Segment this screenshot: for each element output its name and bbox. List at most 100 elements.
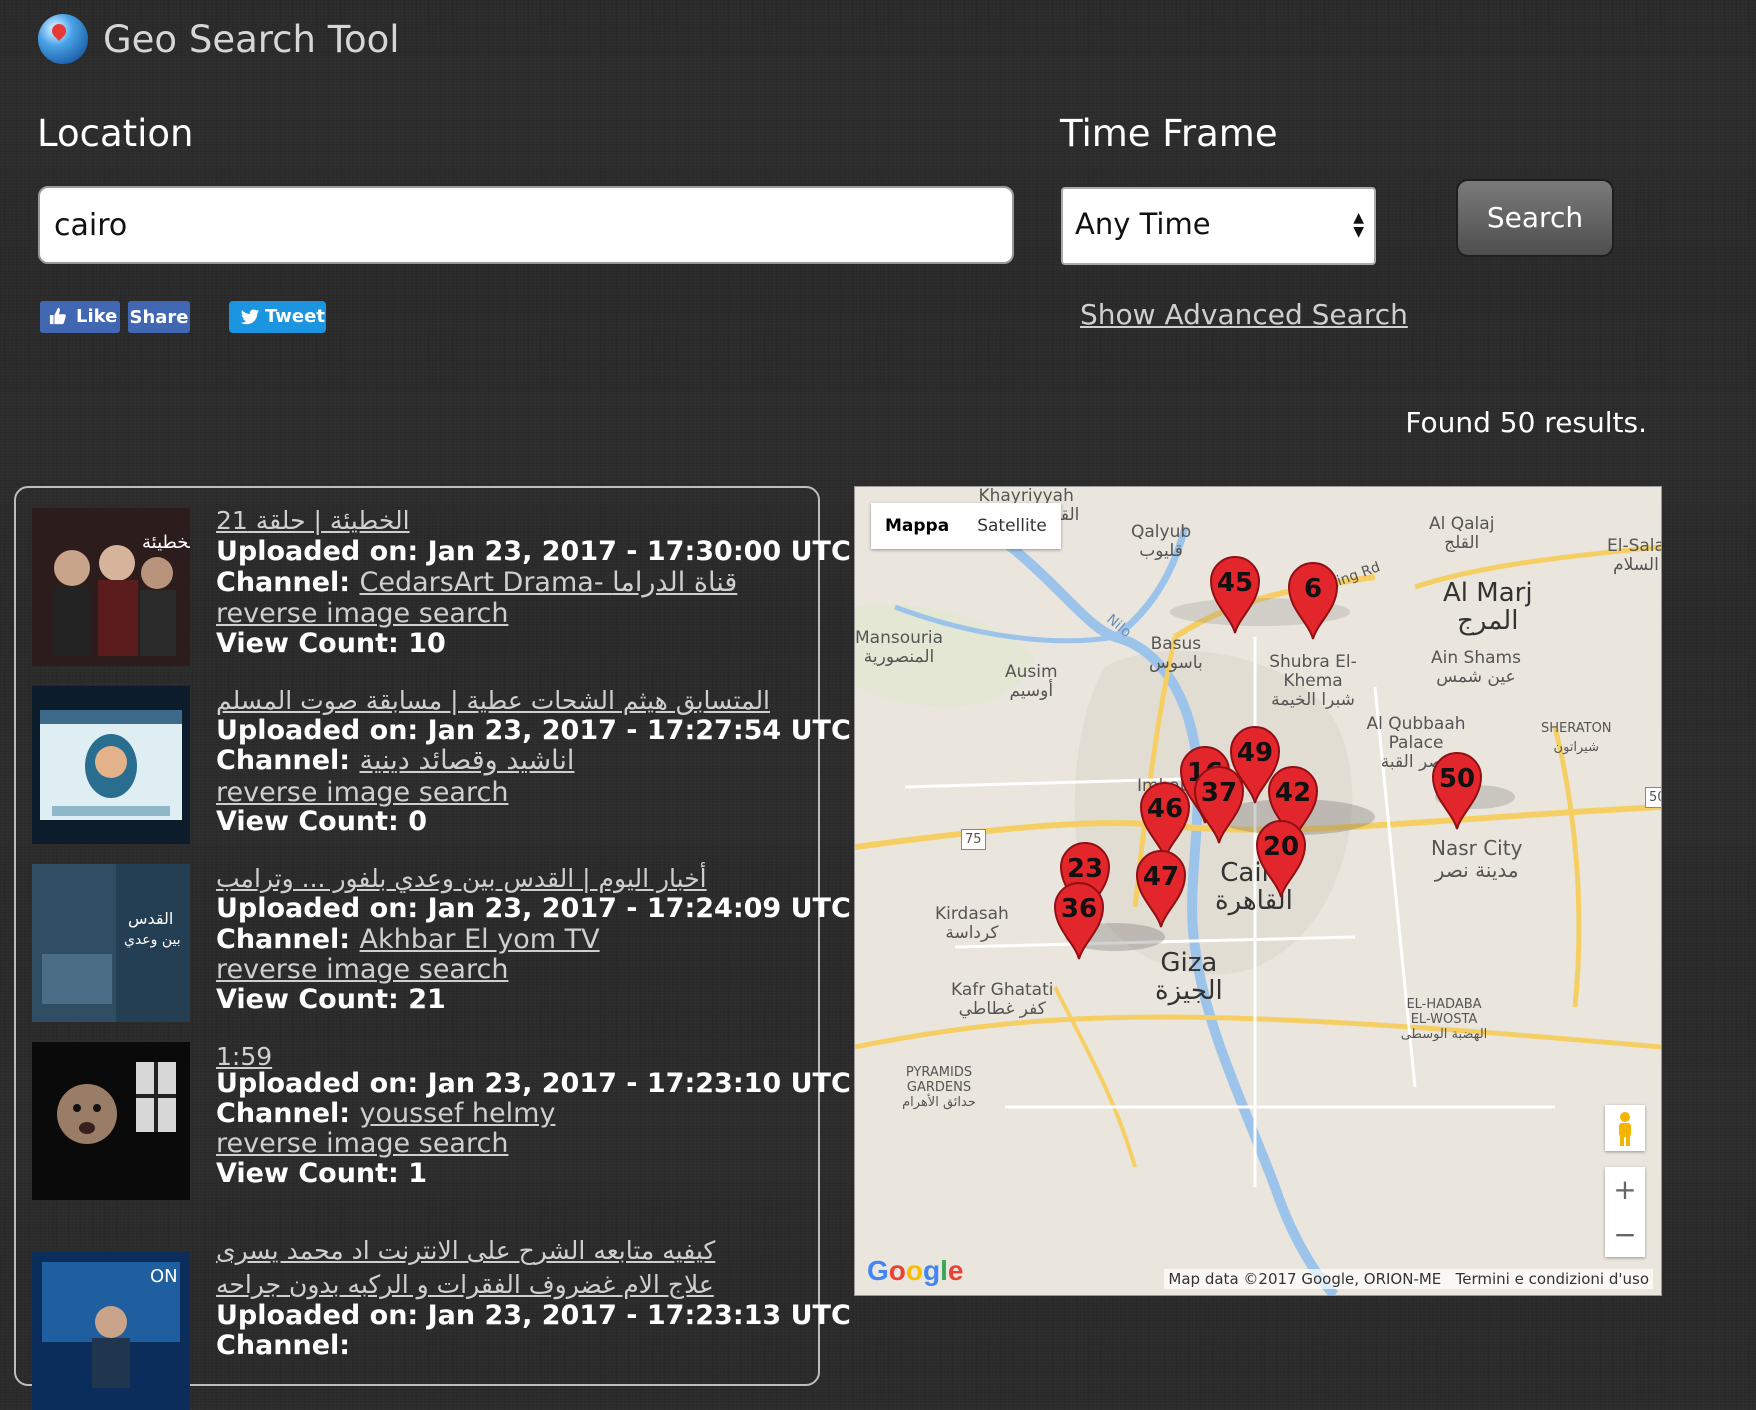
- svg-text:بين وعدي: بين وعدي: [124, 932, 181, 948]
- map-place-basus: Basus باسوس: [1149, 634, 1203, 673]
- timeframe-select[interactable]: Any Time ▲ ▼: [1061, 187, 1376, 265]
- map-marker-45[interactable]: 45: [1207, 553, 1263, 635]
- channel-link[interactable]: CedarsArt Drama- قناة الدراما: [359, 567, 737, 598]
- map-place-shubra: Shubra El-Khema شبرا الخيمة: [1269, 652, 1357, 710]
- map-marker-50[interactable]: 50: [1429, 749, 1485, 831]
- map-marker-20[interactable]: 20: [1253, 817, 1309, 899]
- result-view-count: View Count: 1: [216, 1158, 428, 1189]
- svg-text:47: 47: [1143, 862, 1179, 892]
- reverse-image-search-link[interactable]: reverse image search: [216, 954, 508, 985]
- svg-text:6: 6: [1304, 574, 1322, 604]
- map-marker-36[interactable]: 36: [1051, 879, 1107, 961]
- result-channel: Channel:: [216, 1330, 351, 1361]
- result-uploaded: Uploaded on: Jan 23, 2017 - 17:30:00 UTC: [216, 536, 851, 567]
- result-view-count: View Count: 10: [216, 628, 446, 659]
- twitter-bird-icon: [240, 309, 260, 325]
- search-button[interactable]: Search: [1456, 179, 1614, 257]
- map-place-kafr: Kafr Ghatati كفر غطاطي: [951, 980, 1054, 1019]
- result-channel: Channel: Akhbar El yom TV: [216, 924, 600, 955]
- timeframe-value: Any Time: [1075, 207, 1211, 241]
- svg-text:36: 36: [1061, 894, 1097, 924]
- results-panel[interactable]: الخطيئة الخطيئة | حلقة 21 Uploaded on: J…: [14, 486, 851, 1410]
- result-uploaded: Uploaded on: Jan 23, 2017 - 17:27:54 UTC: [216, 715, 851, 746]
- result-thumbnail[interactable]: [32, 686, 190, 844]
- zoom-out-button[interactable]: −: [1605, 1212, 1645, 1257]
- zoom-in-button[interactable]: +: [1605, 1167, 1645, 1212]
- location-input[interactable]: [38, 186, 1014, 264]
- app-logo-icon: [38, 14, 88, 64]
- svg-text:20: 20: [1263, 832, 1299, 862]
- result-uploaded: Uploaded on: Jan 23, 2017 - 17:23:13 UTC: [216, 1300, 851, 1331]
- tweet-label: Tweet: [265, 306, 325, 327]
- results-count: Found 50 results.: [1405, 406, 1647, 439]
- terms-link[interactable]: Termini e condizioni d'uso: [1456, 1270, 1649, 1288]
- reverse-image-search-link[interactable]: reverse image search: [216, 1128, 508, 1159]
- result-title-link[interactable]: 1:59: [216, 1042, 272, 1071]
- reverse-image-search-link[interactable]: reverse image search: [216, 598, 508, 629]
- svg-text:45: 45: [1217, 568, 1253, 598]
- facebook-like-button[interactable]: Like: [40, 301, 120, 333]
- svg-text:القدس: القدس: [128, 909, 173, 928]
- result-title-link-secondary[interactable]: علاج الام غضروف الفقرات و الركبه بدون جر…: [216, 1270, 714, 1299]
- result-uploaded: Uploaded on: Jan 23, 2017 - 17:23:10 UTC: [216, 1068, 851, 1099]
- result-channel: Channel: youssef helmy: [216, 1098, 556, 1129]
- map-marker-6[interactable]: 6: [1285, 559, 1341, 641]
- result-thumbnail[interactable]: القدس بين وعدي: [32, 864, 190, 1022]
- zoom-controls: + −: [1605, 1167, 1645, 1257]
- map-road-50: 50: [1645, 787, 1661, 808]
- map-place-almarj: Al Marj المرج: [1443, 578, 1533, 636]
- result-title-link[interactable]: كيفيه متابعه الشرح على الانترنت اد محمد …: [216, 1236, 715, 1265]
- channel-link[interactable]: اناشيد وقصائد دينية: [359, 745, 574, 776]
- result-view-count: View Count: 21: [216, 984, 446, 1015]
- map-place-kirdasah: Kirdasah كرداسة: [935, 904, 1009, 943]
- map-road-75: 75: [961, 829, 986, 850]
- tab-satellite[interactable]: Satellite: [963, 503, 1061, 549]
- map-place-alqalaj: Al Qalaj القلج: [1429, 514, 1495, 553]
- svg-text:42: 42: [1275, 778, 1311, 808]
- result-thumbnail[interactable]: ON: [32, 1252, 190, 1410]
- map-place-sheraton: SHERATON شيراتون: [1541, 721, 1612, 755]
- map-place-nasr: Nasr City مدينة نصر: [1431, 836, 1523, 882]
- location-label: Location: [37, 112, 194, 155]
- map-place-elsalam: El-Sala السلام: [1607, 536, 1662, 575]
- facebook-share-button[interactable]: Share: [128, 301, 190, 333]
- tab-map[interactable]: Mappa: [871, 503, 963, 549]
- map-place-ainshams: Ain Shams عين شمس: [1431, 648, 1521, 687]
- map-attribution[interactable]: Map data ©2017 Google, ORION-ME Termini …: [1164, 1269, 1653, 1289]
- show-advanced-search-link[interactable]: Show Advanced Search: [1080, 298, 1408, 331]
- result-thumbnail[interactable]: [32, 1042, 190, 1200]
- map-place-qalyub: Qalyub قليوب: [1131, 522, 1192, 561]
- result-view-count: View Count: 0: [216, 806, 428, 837]
- map-place-hadaba: EL-HADABA EL-WOSTA الهضبة الوسطى: [1400, 997, 1488, 1042]
- map-marker-37[interactable]: 37: [1191, 763, 1247, 845]
- select-arrows-icon: ▲ ▼: [1353, 210, 1364, 240]
- svg-text:ON: ON: [150, 1266, 178, 1287]
- result-thumbnail[interactable]: الخطيئة: [32, 508, 190, 666]
- map-place-ausim: Ausim أوسيم: [1005, 662, 1058, 701]
- result-title-link[interactable]: الخطيئة | حلقة 21: [216, 506, 410, 535]
- result-title-link[interactable]: المتسابق هيثم الشحات عطية | مسابقة صوت ا…: [216, 686, 770, 715]
- channel-link[interactable]: Akhbar El yom TV: [359, 924, 599, 955]
- result-channel: Channel: اناشيد وقصائد دينية: [216, 745, 575, 776]
- map-place-pyramids: PYRAMIDS GARDENS حدائق الأهرام: [902, 1065, 976, 1110]
- timeframe-label: Time Frame: [1060, 112, 1278, 155]
- map-marker-47[interactable]: 47: [1133, 847, 1189, 929]
- results-map[interactable]: Khayriyyahالقناطر الخيرية Qalyubقليوب Al…: [854, 486, 1662, 1296]
- map-place-mansouria: Mansouria المنصورية: [855, 628, 944, 667]
- google-logo: Google: [867, 1255, 964, 1286]
- map-place-giza: Giza الجيزة: [1155, 948, 1223, 1006]
- reverse-image-search-link[interactable]: reverse image search: [216, 777, 508, 808]
- svg-text:46: 46: [1147, 794, 1183, 824]
- svg-text:50: 50: [1439, 764, 1475, 794]
- svg-text:الخطيئة: الخطيئة: [142, 532, 190, 553]
- map-type-tabs: Mappa Satellite: [871, 503, 1061, 549]
- result-uploaded: Uploaded on: Jan 23, 2017 - 17:24:09 UTC: [216, 893, 851, 924]
- tweet-button[interactable]: Tweet: [229, 301, 326, 333]
- like-label: Like: [76, 306, 118, 327]
- svg-text:37: 37: [1201, 778, 1237, 808]
- pegman-icon[interactable]: [1605, 1105, 1645, 1151]
- result-title-link[interactable]: أخبار اليوم | القدس بين وعدي بلفور ... و…: [216, 864, 707, 893]
- result-channel: Channel: CedarsArt Drama- قناة الدراما: [216, 567, 738, 598]
- channel-link[interactable]: youssef helmy: [359, 1098, 555, 1129]
- thumbs-up-icon: [49, 307, 66, 325]
